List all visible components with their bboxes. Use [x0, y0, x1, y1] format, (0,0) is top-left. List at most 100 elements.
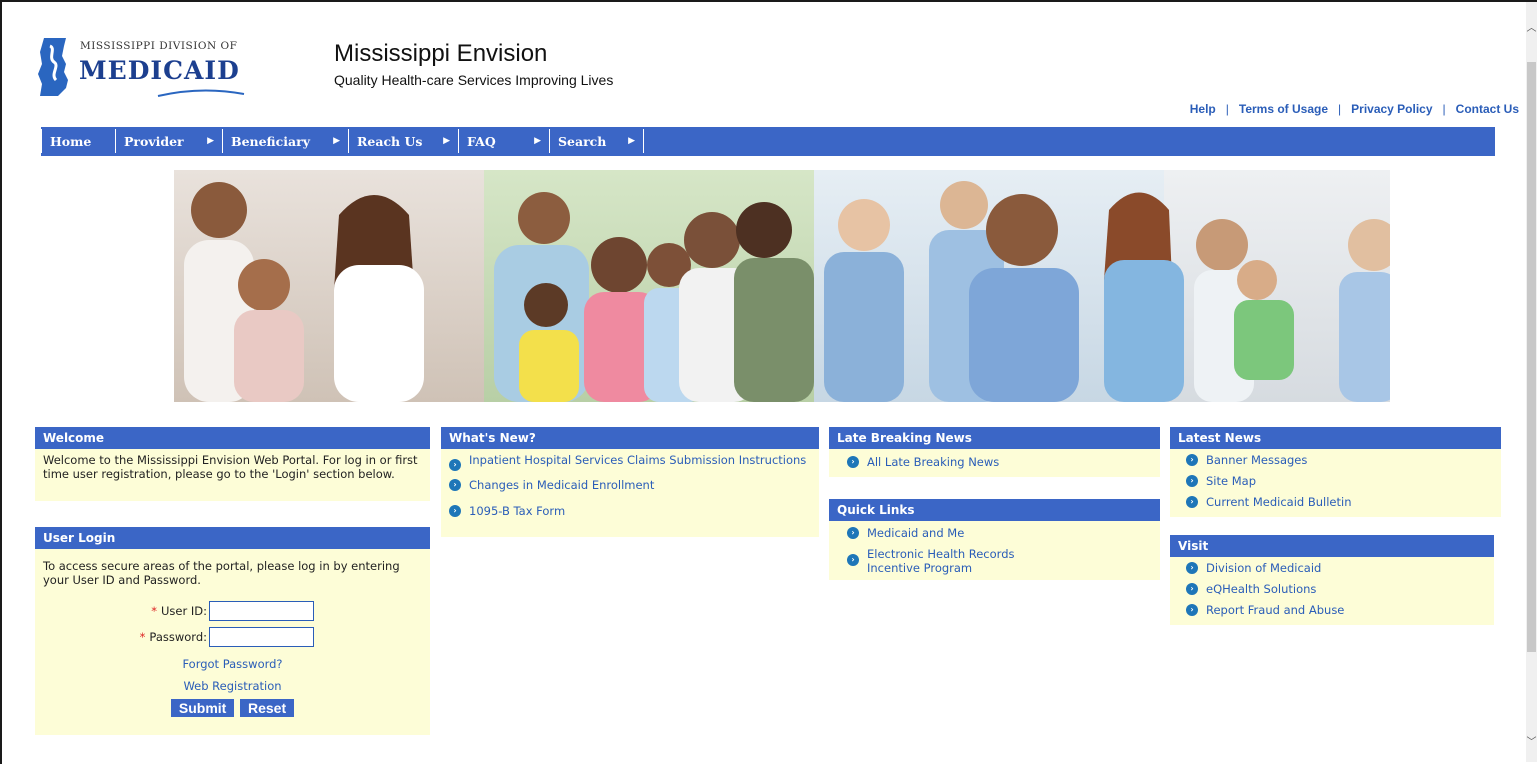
list-item[interactable]: › Inpatient Hospital Services Claims Sub…: [449, 453, 811, 471]
contact-link[interactable]: Contact Us: [1456, 102, 1519, 116]
list-item[interactable]: › Site Map: [1186, 474, 1493, 488]
quick-link-item-label: Medicaid and Me: [867, 526, 965, 540]
bullet-arrow-icon: ›: [847, 527, 859, 539]
required-marker: *: [139, 630, 146, 644]
user-login-title: User Login: [35, 527, 430, 549]
bullet-arrow-icon: ›: [847, 554, 859, 566]
scrollbar-thumb[interactable]: [1527, 62, 1536, 652]
list-item[interactable]: › 1095-B Tax Form: [449, 504, 811, 518]
reset-button[interactable]: Reset: [239, 699, 295, 717]
visit-item-label: Division of Medicaid: [1206, 561, 1322, 575]
bullet-arrow-icon: ›: [1186, 475, 1198, 487]
web-registration-link[interactable]: Web Registration: [183, 679, 281, 693]
list-item[interactable]: › Electronic Health Records Incentive Pr…: [847, 547, 1152, 575]
help-link[interactable]: Help: [1190, 102, 1216, 116]
bullet-arrow-icon: ›: [449, 505, 461, 517]
terms-link[interactable]: Terms of Usage: [1239, 102, 1328, 116]
site-title: Mississippi Envision: [334, 40, 548, 67]
separator: |: [1225, 102, 1229, 116]
visit-list: › Division of Medicaid › eQHealth Soluti…: [1170, 557, 1494, 625]
list-item[interactable]: › Banner Messages: [1186, 453, 1493, 467]
submenu-arrow-icon: ▶: [207, 136, 214, 146]
quick-links-list: › Medicaid and Me › Electronic Health Re…: [829, 521, 1160, 580]
nav-faq[interactable]: FAQ ▶: [458, 129, 549, 153]
submenu-arrow-icon: ▶: [628, 136, 635, 146]
bullet-arrow-icon: ›: [1186, 583, 1198, 595]
nav-reach-us[interactable]: Reach Us ▶: [348, 129, 458, 153]
latest-news-list: › Banner Messages › Site Map › Current M…: [1170, 449, 1501, 517]
nav-home-label: Home: [50, 133, 92, 149]
mississippi-state-logo-icon: [38, 38, 68, 96]
required-marker: *: [151, 604, 157, 618]
nav-faq-label: FAQ: [467, 133, 496, 149]
whats-new-item-label: Changes in Medicaid Enrollment: [469, 478, 655, 492]
bullet-arrow-icon: ›: [449, 479, 461, 491]
quick-link-item-label: Electronic Health Records Incentive Prog…: [867, 547, 1015, 575]
logo-swoosh-icon: [157, 89, 245, 97]
privacy-link[interactable]: Privacy Policy: [1351, 102, 1432, 116]
latest-news-item-label: Site Map: [1206, 474, 1257, 488]
bullet-arrow-icon: ›: [1186, 562, 1198, 574]
vertical-scrollbar[interactable]: ︿ ﹀: [1526, 2, 1537, 762]
list-item[interactable]: › Changes in Medicaid Enrollment: [449, 478, 811, 492]
password-label: Password:: [149, 630, 207, 644]
whats-new-title: What's New?: [441, 427, 819, 449]
list-item[interactable]: › eQHealth Solutions: [1186, 582, 1486, 596]
bullet-arrow-icon: ›: [1186, 454, 1198, 466]
login-intro: To access secure areas of the portal, pl…: [43, 559, 400, 587]
nav-reach-us-label: Reach Us: [357, 133, 423, 149]
web-registration-row: Web Registration: [35, 679, 430, 693]
hero-banner-image: [174, 170, 1390, 402]
userid-input[interactable]: [209, 601, 314, 621]
user-login-body: To access secure areas of the portal, pl…: [35, 549, 430, 735]
late-breaking-news-title: Late Breaking News: [829, 427, 1160, 449]
visit-item-label: Report Fraud and Abuse: [1206, 603, 1345, 617]
list-item[interactable]: › Report Fraud and Abuse: [1186, 603, 1486, 617]
top-links: Help | Terms of Usage | Privacy Policy |…: [1190, 102, 1519, 116]
quick-links-panel: Quick Links › Medicaid and Me › Electron…: [829, 499, 1160, 580]
whats-new-list: › Inpatient Hospital Services Claims Sub…: [441, 449, 819, 537]
forgot-password-link[interactable]: Forgot Password?: [182, 657, 282, 671]
submenu-arrow-icon: ▶: [333, 136, 340, 146]
password-row: * Password:: [43, 627, 314, 647]
nav-home[interactable]: Home: [41, 129, 115, 153]
latest-news-title: Latest News: [1170, 427, 1501, 449]
user-login-panel: User Login To access secure areas of the…: [35, 527, 430, 735]
nav-search-label: Search: [558, 133, 607, 149]
nav-provider[interactable]: Provider ▶: [115, 129, 222, 153]
late-breaking-news-panel: Late Breaking News › All Late Breaking N…: [829, 427, 1160, 477]
whats-new-panel: What's New? › Inpatient Hospital Service…: [441, 427, 819, 537]
nav-search[interactable]: Search ▶: [549, 129, 644, 153]
list-item[interactable]: › Medicaid and Me: [847, 526, 1152, 540]
site-tagline: Quality Health-care Services Improving L…: [334, 72, 614, 88]
welcome-title: Welcome: [35, 427, 430, 449]
userid-label: User ID:: [161, 604, 207, 618]
submit-button[interactable]: Submit: [170, 699, 235, 717]
bullet-arrow-icon: ›: [449, 459, 461, 471]
login-buttons: Submit Reset: [35, 699, 430, 717]
submenu-arrow-icon: ▶: [443, 136, 450, 146]
main-nav: Home Provider ▶ Beneficiary ▶ Reach Us ▶…: [41, 125, 1495, 156]
nav-beneficiary-label: Beneficiary: [231, 133, 310, 149]
visit-title: Visit: [1170, 535, 1494, 557]
nav-beneficiary[interactable]: Beneficiary ▶: [222, 129, 348, 153]
logo-small-text: MISSISSIPPI DIVISION OF: [80, 40, 238, 52]
list-item[interactable]: › Current Medicaid Bulletin: [1186, 495, 1493, 509]
late-breaking-news-list: › All Late Breaking News: [829, 449, 1160, 477]
scroll-up-icon[interactable]: ︿: [1526, 22, 1537, 36]
whats-new-item-label: Inpatient Hospital Services Claims Submi…: [469, 453, 807, 467]
medicaid-logo[interactable]: MISSISSIPPI DIVISION OF MEDICAID: [36, 36, 256, 98]
scroll-down-icon[interactable]: ﹀: [1526, 736, 1537, 750]
banner-photo-collage: [174, 170, 1390, 402]
forgot-password-row: Forgot Password?: [35, 657, 430, 671]
bullet-arrow-icon: ›: [1186, 604, 1198, 616]
quick-links-title: Quick Links: [829, 499, 1160, 521]
nav-provider-label: Provider: [124, 133, 184, 149]
list-item[interactable]: › All Late Breaking News: [847, 455, 1152, 469]
list-item[interactable]: › Division of Medicaid: [1186, 561, 1486, 575]
userid-row: * User ID:: [43, 601, 314, 621]
latest-news-panel: Latest News › Banner Messages › Site Map…: [1170, 427, 1501, 517]
password-input[interactable]: [209, 627, 314, 647]
separator: |: [1338, 102, 1342, 116]
bullet-arrow-icon: ›: [847, 456, 859, 468]
